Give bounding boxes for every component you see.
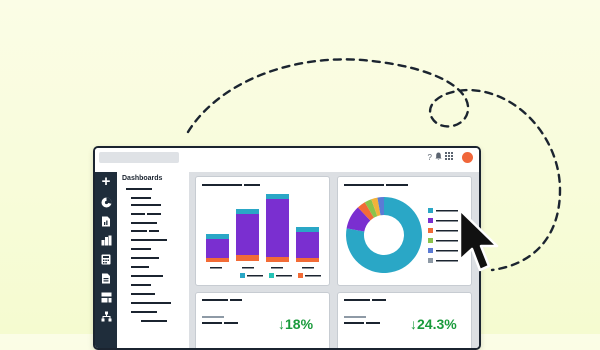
metric-label [344, 322, 364, 324]
chart-legend [240, 273, 321, 278]
bar-1[interactable] [206, 234, 229, 262]
nav-item[interactable] [131, 213, 145, 215]
metric-change-value: ↓24.3% [410, 316, 457, 332]
document-icon[interactable] [99, 271, 113, 285]
metric-card[interactable]: ↓24.3% [337, 292, 472, 348]
nav-item[interactable] [131, 248, 151, 250]
nav-item[interactable] [147, 213, 161, 215]
stacked-bar-chart [206, 194, 321, 278]
nav-item[interactable] [149, 230, 159, 232]
nav-item[interactable] [131, 266, 149, 268]
x-tick-label [242, 267, 254, 269]
cursor-icon [458, 208, 499, 272]
bell-icon[interactable] [435, 152, 442, 163]
icon-rail: + [95, 172, 117, 348]
nav-item[interactable] [131, 284, 151, 286]
nav-item[interactable] [131, 197, 151, 199]
help-icon[interactable]: ? [428, 153, 432, 163]
metric-label [202, 316, 224, 318]
nav-item[interactable] [131, 222, 157, 224]
nav-item[interactable] [131, 257, 159, 259]
dashboards-nav: Dashboards [117, 172, 189, 348]
nav-item[interactable] [131, 275, 163, 277]
x-tick-label [302, 267, 314, 269]
metric-label [366, 322, 380, 324]
nav-item[interactable] [131, 302, 171, 304]
nav-item[interactable] [126, 188, 152, 190]
card-title [344, 299, 370, 301]
title-bar: ? [95, 148, 479, 168]
metric-label [224, 322, 238, 324]
apps-grid-icon[interactable] [445, 152, 453, 163]
x-tick-label [271, 267, 283, 269]
search-bar[interactable] [99, 152, 179, 163]
hierarchy-icon[interactable] [99, 309, 113, 323]
metric-label [344, 316, 366, 318]
nav-item[interactable] [131, 311, 157, 313]
chart-icon[interactable] [99, 195, 113, 209]
bar-2[interactable] [236, 209, 259, 261]
bar-chart-icon[interactable] [99, 233, 113, 247]
bar-chart-card[interactable] [195, 176, 330, 286]
nav-item[interactable] [141, 320, 167, 322]
nav-item[interactable] [131, 239, 167, 241]
metric-card[interactable]: ↓18% [195, 292, 330, 348]
donut-chart [346, 197, 458, 273]
metric-label [202, 322, 222, 324]
plus-icon[interactable]: + [99, 174, 113, 189]
calculator-icon[interactable] [99, 252, 113, 266]
card-title [372, 299, 386, 301]
dashboard-icon[interactable] [99, 290, 113, 304]
app-window: ? + Dashboards ↓18% ↓24.3% [93, 146, 481, 350]
card-title [202, 299, 228, 301]
bar-3[interactable] [266, 194, 289, 262]
nav-item[interactable] [131, 293, 155, 295]
donut-legend [428, 208, 458, 263]
donut-chart-card[interactable] [337, 176, 472, 286]
x-tick-label [210, 267, 222, 269]
card-title [230, 299, 242, 301]
nav-item[interactable] [131, 204, 161, 206]
avatar[interactable] [462, 152, 473, 163]
document-icon[interactable] [99, 214, 113, 228]
nav-item[interactable] [131, 230, 147, 232]
header-icons: ? [428, 152, 453, 163]
metric-change-value: ↓18% [278, 316, 314, 332]
bar-4[interactable] [296, 227, 319, 262]
nav-heading: Dashboards [122, 175, 163, 182]
dashboard-content: ↓18% ↓24.3% [189, 172, 479, 348]
